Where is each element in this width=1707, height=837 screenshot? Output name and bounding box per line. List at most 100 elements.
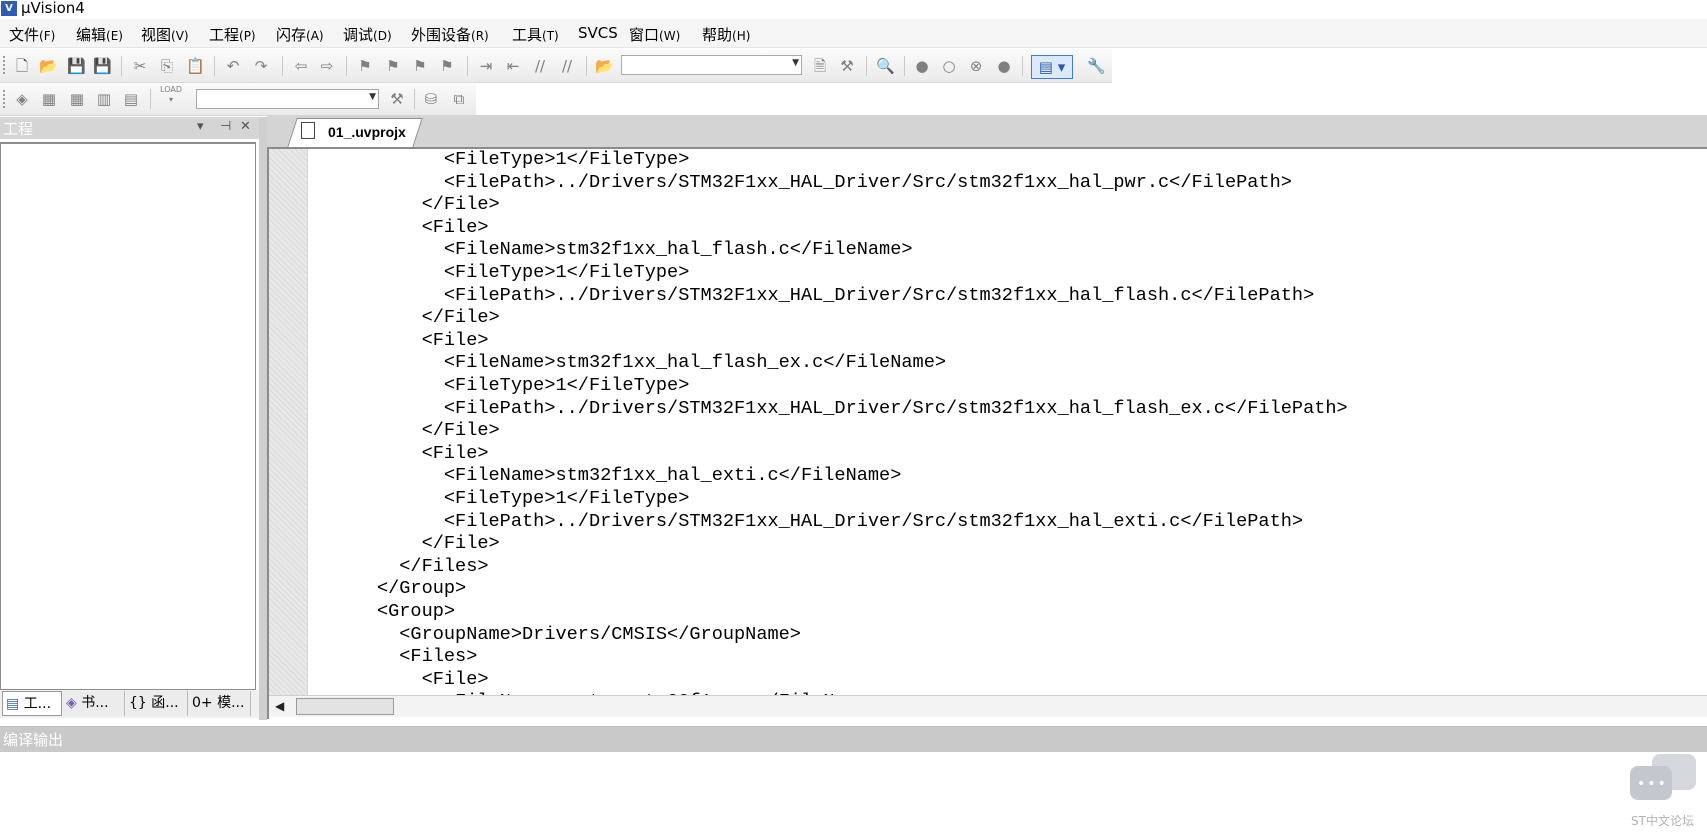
find-icon[interactable]: 🗎 (811, 57, 829, 75)
toolbar-grip[interactable] (3, 56, 8, 74)
code-line[interactable]: </Group> (310, 578, 466, 601)
menu-edit[interactable]: 编辑(E) (76, 24, 123, 45)
target-options-icon[interactable]: ⚒ (388, 90, 406, 108)
menu-svcs[interactable]: SVCS (578, 24, 618, 42)
build-icon[interactable]: ▦ (40, 90, 58, 108)
navigate-forward-icon[interactable]: ⇨ (318, 57, 336, 75)
menu-help[interactable]: 帮助(H) (702, 24, 750, 45)
panel-menu-icon[interactable]: ▾ (197, 119, 204, 134)
code-line[interactable]: <File> (310, 217, 489, 240)
code-line[interactable]: <FileName>stm32f1xx_hal_flash_ex.c</File… (310, 352, 946, 375)
code-line[interactable]: <File> (310, 443, 489, 466)
tab-books[interactable]: ◈ 书... (63, 691, 125, 716)
clear-bookmarks-icon[interactable]: ⚑ (438, 57, 456, 75)
code-line[interactable]: <FilePath>../Drivers/STM32F1xx_HAL_Drive… (310, 172, 1292, 195)
batch-build-icon[interactable]: ▥ (95, 90, 113, 108)
enable-breakpoint-icon[interactable]: ○ (940, 57, 958, 75)
download-icon[interactable]: LOAD ▾ (158, 85, 184, 104)
find-in-files-icon[interactable]: 📂 (595, 57, 614, 75)
scrollbar-thumb[interactable] (296, 698, 394, 715)
menu-peripherals[interactable]: 外围设备(R) (411, 24, 489, 45)
toolbar-separator (866, 56, 867, 76)
horizontal-scrollbar[interactable]: ◀ (269, 695, 1707, 717)
window-layout-icon[interactable]: ▤ ▾ (1031, 55, 1073, 79)
tab-label: 工... (23, 696, 52, 712)
file-extensions-icon[interactable]: ⧉ (450, 90, 468, 108)
menu-project[interactable]: 工程(P) (209, 24, 256, 45)
code-line[interactable]: <FileType>1</FileType> (310, 488, 689, 511)
toolbar-grip[interactable] (3, 90, 8, 108)
find-combo[interactable]: ▼ (621, 55, 802, 75)
code-line[interactable]: <FileType>1</FileType> (310, 149, 689, 172)
code-line[interactable]: </File> (310, 307, 500, 330)
panel-splitter[interactable] (259, 117, 267, 720)
dropdown-arrow-icon[interactable]: ▼ (792, 58, 799, 68)
menu-file[interactable]: 文件(F) (9, 24, 55, 45)
tab-project[interactable]: ▤ 工... (2, 691, 62, 716)
code-line[interactable]: <FileType>1</FileType> (310, 262, 689, 285)
toolbar-separator (282, 56, 283, 76)
cut-icon[interactable]: ✂ (131, 57, 149, 75)
code-line[interactable]: <FilePath>../Drivers/STM32F1xx_HAL_Drive… (310, 398, 1348, 421)
close-icon[interactable]: ✕ (240, 119, 251, 134)
disable-breakpoints-icon[interactable]: ⊗ (967, 57, 985, 75)
insert-breakpoint-icon[interactable]: ● (913, 57, 931, 75)
code-line[interactable]: <GroupName>Drivers/CMSIS</GroupName> (310, 624, 801, 647)
save-all-icon[interactable]: 💾 (93, 57, 112, 75)
open-file-icon[interactable]: 📂 (39, 57, 58, 75)
dropdown-arrow-icon[interactable]: ▼ (369, 92, 376, 102)
code-editor[interactable]: <FileType>1</FileType> <FilePath>../Driv… (310, 149, 1707, 695)
menu-flash[interactable]: 闪存(A) (276, 24, 324, 45)
menu-debug[interactable]: 调试(D) (343, 24, 392, 45)
code-line[interactable]: <FileName>stm32f1xx_hal_exti.c</FileName… (310, 465, 902, 488)
configure-icon[interactable]: 🔧 (1087, 57, 1106, 75)
code-line[interactable]: <FileType>1</FileType> (310, 375, 689, 398)
navigate-back-icon[interactable]: ⇦ (292, 57, 310, 75)
paste-icon[interactable]: 📋 (186, 57, 205, 75)
uncomment-icon[interactable]: // (558, 57, 576, 75)
unindent-icon[interactable]: ⇤ (504, 57, 522, 75)
target-combo[interactable]: ▼ (196, 89, 379, 109)
incremental-find-icon[interactable]: ⚒ (838, 57, 856, 75)
pin-icon[interactable]: ⊣ (220, 119, 231, 134)
menu-window[interactable]: 窗口(W) (629, 24, 680, 45)
code-line[interactable]: <FilePath>../Drivers/STM32F1xx_HAL_Drive… (310, 511, 1303, 534)
insert-bookmark-icon[interactable]: ⚑ (356, 57, 374, 75)
code-line[interactable]: </File> (310, 533, 500, 556)
code-line[interactable]: </Files> (310, 556, 488, 579)
rebuild-icon[interactable]: ▦ (68, 90, 86, 108)
undo-icon[interactable]: ↶ (224, 57, 242, 75)
previous-bookmark-icon[interactable]: ⚑ (384, 57, 402, 75)
code-line[interactable]: </File> (310, 194, 500, 217)
manage-components-icon[interactable]: ⛁ (422, 90, 440, 108)
comment-icon[interactable]: // (531, 57, 549, 75)
copy-icon[interactable]: ⎘ (158, 57, 176, 75)
code-line[interactable]: <Files> (310, 646, 477, 669)
debug-session-icon[interactable]: 🔍 (876, 57, 895, 75)
code-line[interactable]: <File> (310, 330, 489, 353)
indent-icon[interactable]: ⇥ (477, 57, 495, 75)
app-icon: V (1, 1, 17, 16)
menu-view[interactable]: 视图(V) (141, 24, 189, 45)
code-line[interactable]: </File> (310, 420, 500, 443)
kill-breakpoints-icon[interactable]: ● (995, 57, 1013, 75)
menu-tools[interactable]: 工具(T) (512, 24, 559, 45)
code-line[interactable]: <FilePath>../Drivers/STM32F1xx_HAL_Drive… (310, 285, 1314, 308)
translate-icon[interactable]: ◈ (13, 90, 31, 108)
save-icon[interactable]: 💾 (67, 57, 86, 75)
next-bookmark-icon[interactable]: ⚑ (411, 57, 429, 75)
project-tree[interactable] (0, 142, 256, 690)
books-tab-icon: ◈ (66, 695, 77, 711)
tab-templates[interactable]: 0+ 模... (189, 691, 251, 716)
code-line[interactable]: <FileName>stm32f1xx_hal_flash.c</FileNam… (310, 239, 913, 262)
tab-functions[interactable]: {} 函... (126, 691, 188, 716)
stop-build-icon[interactable]: ▤ (122, 90, 140, 108)
editor-gutter[interactable] (269, 149, 308, 695)
new-file-icon[interactable]: 🗋 (13, 57, 31, 75)
editor-tab-label[interactable]: 01_.uvprojx (328, 124, 406, 140)
build-output-area[interactable] (0, 752, 1707, 837)
code-line[interactable]: <Group> (310, 601, 455, 624)
scroll-left-icon[interactable]: ◀ (275, 699, 284, 713)
redo-icon[interactable]: ↷ (252, 57, 270, 75)
code-line[interactable]: <File> (310, 669, 489, 692)
